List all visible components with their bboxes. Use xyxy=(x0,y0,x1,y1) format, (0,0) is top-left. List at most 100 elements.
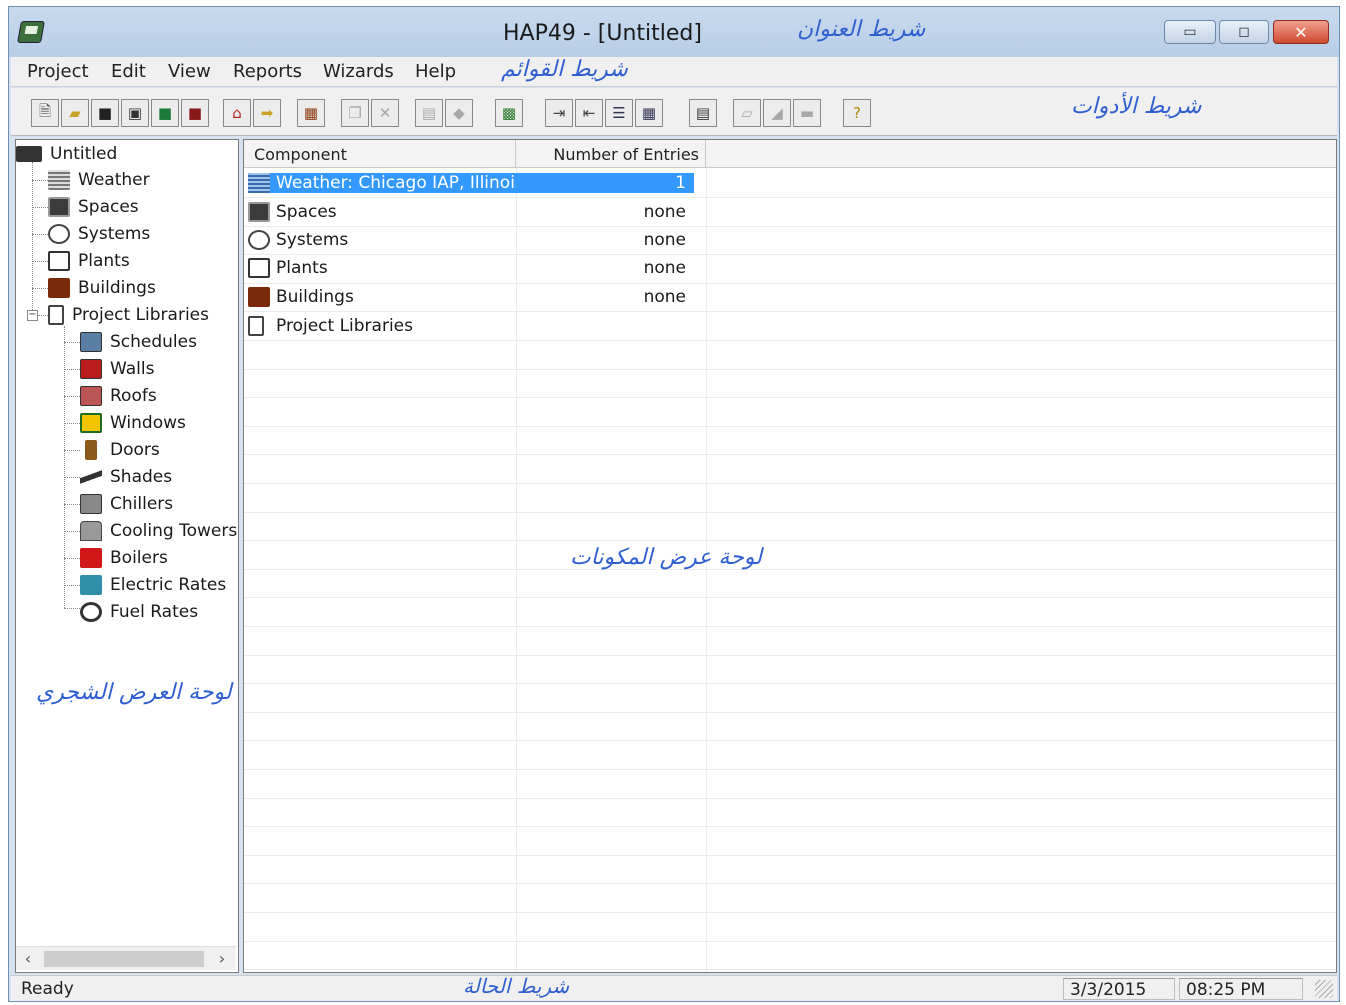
fuel-rates-icon xyxy=(80,602,102,622)
wall-button[interactable]: ▦ xyxy=(297,99,325,127)
list-row-systems[interactable]: Systems none xyxy=(248,228,694,252)
tree-item-cooling-towers[interactable]: Cooling Towers xyxy=(80,519,237,543)
menu-help[interactable]: Help xyxy=(415,61,456,82)
grid-line xyxy=(244,569,1336,570)
tree-item-label: Shades xyxy=(110,467,173,487)
tree-item-spaces[interactable]: Spaces xyxy=(48,195,139,219)
save-button[interactable]: ■ xyxy=(91,99,119,127)
scroll-right-icon[interactable]: › xyxy=(212,949,232,969)
wall-icon: ▦ xyxy=(303,104,319,122)
details-view-button[interactable]: ▦ xyxy=(635,99,663,127)
grid-line xyxy=(706,168,707,972)
tree-item-doors[interactable]: Doors xyxy=(80,438,160,462)
close-icon: ✕ xyxy=(1294,22,1308,42)
chart-button[interactable]: ◢ xyxy=(763,99,791,127)
close-button[interactable]: ✕ xyxy=(1273,20,1329,44)
open-button[interactable]: ▰ xyxy=(61,99,89,127)
column-header-entries[interactable]: Number of Entries xyxy=(516,140,706,168)
report-button[interactable]: ▱ xyxy=(733,99,761,127)
export-icon: ➡ xyxy=(260,104,274,122)
column-header-component[interactable]: Component xyxy=(244,140,516,168)
tree-item-chillers[interactable]: Chillers xyxy=(80,492,173,516)
scroll-left-icon[interactable]: ‹ xyxy=(18,949,38,969)
tree-item-boilers[interactable]: Boilers xyxy=(80,546,168,570)
menu-edit[interactable]: Edit xyxy=(111,61,146,82)
tree-item-walls[interactable]: Walls xyxy=(80,357,154,381)
grid-line xyxy=(244,197,1336,198)
tree-line xyxy=(32,162,33,316)
row-count: none xyxy=(643,202,686,222)
doors-icon xyxy=(85,440,97,460)
tree-line xyxy=(64,423,80,424)
horizontal-scrollbar[interactable]: ‹ › xyxy=(16,946,236,970)
list-view-button[interactable]: ☰ xyxy=(605,99,633,127)
library-icon xyxy=(248,316,264,336)
help-icon: ? xyxy=(853,104,861,122)
component-pane[interactable]: Component Number of Entries Weather: Chi… xyxy=(243,139,1337,973)
menu-reports[interactable]: Reports xyxy=(233,61,302,82)
grid-line xyxy=(244,655,1336,656)
list-row-project-libraries[interactable]: Project Libraries xyxy=(248,314,694,338)
app-icon[interactable] xyxy=(17,21,45,43)
help-button[interactable]: ? xyxy=(843,99,871,127)
grid-line xyxy=(244,712,1336,713)
menu-view[interactable]: View xyxy=(168,61,211,82)
tree-item-shades[interactable]: Shades xyxy=(80,465,172,489)
build-button[interactable]: ⌂ xyxy=(223,99,251,127)
list-row-buildings[interactable]: Buildings none xyxy=(248,285,694,309)
tree-item-label: Plants xyxy=(78,251,130,271)
move-right-button[interactable]: ⇤ xyxy=(575,99,603,127)
book-button[interactable]: ▣ xyxy=(121,99,149,127)
menu-project[interactable]: Project xyxy=(27,61,89,82)
tree-item-weather[interactable]: Weather xyxy=(48,168,150,192)
list-row-spaces[interactable]: Spaces none xyxy=(248,200,694,224)
diamond-button[interactable]: ◆ xyxy=(445,99,473,127)
tree-item-plants[interactable]: Plants xyxy=(48,249,130,273)
scroll-thumb[interactable] xyxy=(44,951,204,967)
save-red-button[interactable]: ■ xyxy=(181,99,209,127)
export-button[interactable]: ➡ xyxy=(253,99,281,127)
tree-item-schedules[interactable]: Schedules xyxy=(80,330,197,354)
row-name: Weather: Chicago IAP, Illinois xyxy=(276,173,516,193)
save-green-icon: ■ xyxy=(157,104,173,122)
list-row-weather[interactable]: Weather: Chicago IAP, Illinois 1 xyxy=(248,171,694,195)
maximize-button[interactable]: ◻ xyxy=(1219,20,1269,44)
print-button[interactable]: ▬ xyxy=(793,99,821,127)
open-icon: ▰ xyxy=(69,104,81,122)
tree-item-project-libraries[interactable]: Project Libraries xyxy=(48,303,209,327)
move-left-button[interactable]: ⇥ xyxy=(545,99,573,127)
tree-item-roofs[interactable]: Roofs xyxy=(80,384,157,408)
new-button[interactable]: 🗎 xyxy=(31,99,59,127)
tree-line xyxy=(64,558,80,559)
report-icon: ▱ xyxy=(741,104,753,122)
copy-button[interactable]: ❐ xyxy=(341,99,369,127)
systems-icon xyxy=(48,224,70,244)
tree-pane[interactable]: Untitled Weather Spaces Systems Plants B… xyxy=(15,139,239,973)
menu-bar: Project Edit View Reports Wizards Help ش… xyxy=(11,57,1337,87)
properties-button[interactable]: ▤ xyxy=(415,99,443,127)
menu-wizards[interactable]: Wizards xyxy=(323,61,394,82)
tree-item-label: Walls xyxy=(110,359,155,379)
collapse-toggle[interactable]: − xyxy=(27,310,38,321)
title-bar[interactable]: HAP49 - [Untitled] شريط العنوان ▭ ◻ ✕ xyxy=(9,7,1339,57)
form-button[interactable]: ▤ xyxy=(689,99,717,127)
delete-button[interactable]: ✕ xyxy=(371,99,399,127)
spaces-icon xyxy=(248,202,270,222)
grid-line xyxy=(244,597,1336,598)
tree-item-electric-rates[interactable]: Electric Rates xyxy=(80,573,226,597)
minimize-button[interactable]: ▭ xyxy=(1164,20,1216,44)
form-icon: ▤ xyxy=(695,104,711,122)
list-row-plants[interactable]: Plants none xyxy=(248,256,694,280)
tree-item-systems[interactable]: Systems xyxy=(48,222,150,246)
tree-item-fuel-rates[interactable]: Fuel Rates xyxy=(80,600,198,624)
tree-item-buildings[interactable]: Buildings xyxy=(48,276,156,300)
row-name: Project Libraries xyxy=(276,316,413,336)
systems-icon xyxy=(248,230,270,250)
save-green-button[interactable]: ■ xyxy=(151,99,179,127)
plants-icon xyxy=(248,258,270,278)
tree-item-windows[interactable]: Windows xyxy=(80,411,186,435)
calc-button[interactable]: ▩ xyxy=(495,99,523,127)
move-right-icon: ⇤ xyxy=(582,104,596,122)
tree-item-label: Chillers xyxy=(110,494,174,514)
resize-grip-icon[interactable] xyxy=(1315,980,1333,998)
